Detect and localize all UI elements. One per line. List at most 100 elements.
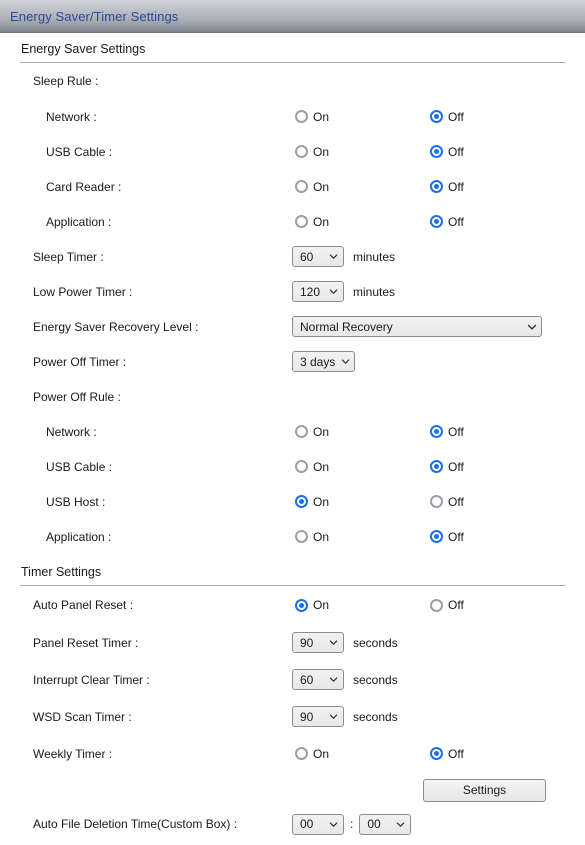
chevron-down-icon <box>329 638 338 647</box>
row-power-off-rule: Power Off Rule : <box>0 379 585 414</box>
select-sleep-timer[interactable]: 60 <box>292 246 344 267</box>
radio-icon-checked <box>430 180 443 193</box>
radio-icon-checked <box>295 495 308 508</box>
radio-label-off: Off <box>448 460 464 474</box>
radio-sleep-rule-network-off[interactable]: Off <box>430 110 464 124</box>
radio-icon-unchecked <box>295 145 308 158</box>
radio-label-on: On <box>313 460 329 474</box>
radio-label-on: On <box>313 145 329 159</box>
radio-sleep-rule-usb-cable-on[interactable]: On <box>295 145 329 159</box>
select-panel-reset-timer[interactable]: 90 <box>292 632 344 653</box>
row-power-off-timer: Power Off Timer : 3 days <box>0 344 585 379</box>
radio-sleep-rule-application-off[interactable]: Off <box>430 215 464 229</box>
unit-seconds: seconds <box>353 636 398 650</box>
row-power-off-rule-application: Application : On Off <box>0 519 585 554</box>
radio-label-on: On <box>313 425 329 439</box>
label-auto-panel-reset: Auto Panel Reset : <box>0 598 133 612</box>
radio-icon-unchecked <box>295 530 308 543</box>
chevron-down-icon <box>329 820 338 829</box>
label-wsd-scan-timer: WSD Scan Timer : <box>0 710 132 724</box>
radio-icon-checked <box>430 215 443 228</box>
radio-weekly-timer-off[interactable]: Off <box>430 747 464 761</box>
radio-label-on: On <box>313 180 329 194</box>
control-interrupt-clear-timer: 60 seconds <box>292 669 398 690</box>
label-power-off-rule-usb-host: USB Host : <box>0 495 105 509</box>
label-energy-saver-recovery-level: Energy Saver Recovery Level : <box>0 320 198 334</box>
label-panel-reset-timer: Panel Reset Timer : <box>0 636 138 650</box>
control-low-power-timer: 120 minutes <box>292 281 395 302</box>
radio-power-off-rule-usb-host-off[interactable]: Off <box>430 495 464 509</box>
label-sleep-timer: Sleep Timer : <box>0 250 104 264</box>
select-auto-file-deletion-minute[interactable]: 00 <box>359 814 411 835</box>
radio-sleep-rule-usb-cable-off[interactable]: Off <box>430 145 464 159</box>
radio-sleep-rule-card-reader-off[interactable]: Off <box>430 180 464 194</box>
chevron-down-icon <box>329 287 338 296</box>
radio-power-off-rule-usb-cable-off[interactable]: Off <box>430 460 464 474</box>
radio-icon-unchecked <box>430 495 443 508</box>
radio-power-off-rule-usb-cable-on[interactable]: On <box>295 460 329 474</box>
row-weekly-timer: Weekly Timer : On Off <box>0 735 585 772</box>
row-low-power-timer: Low Power Timer : 120 minutes <box>0 274 585 309</box>
label-power-off-rule-usb-cable: USB Cable : <box>0 460 112 474</box>
row-power-off-rule-network: Network : On Off <box>0 414 585 449</box>
section-energy-saver: Energy Saver Settings <box>0 33 585 63</box>
radio-power-off-rule-usb-host-on[interactable]: On <box>295 495 329 509</box>
unit-seconds: seconds <box>353 673 398 687</box>
radio-sleep-rule-card-reader-on[interactable]: On <box>295 180 329 194</box>
select-wsd-scan-timer[interactable]: 90 <box>292 706 344 727</box>
select-auto-file-deletion-hour[interactable]: 00 <box>292 814 344 835</box>
control-power-off-timer: 3 days <box>292 351 355 372</box>
label-power-off-rule: Power Off Rule : <box>0 390 121 404</box>
radio-label-off: Off <box>448 747 464 761</box>
select-interrupt-clear-timer[interactable]: 60 <box>292 669 344 690</box>
select-low-power-timer[interactable]: 120 <box>292 281 344 302</box>
label-auto-file-deletion: Auto File Deletion Time(Custom Box) : <box>0 817 237 831</box>
select-value: 90 <box>300 636 313 650</box>
page-title: Energy Saver/Timer Settings <box>10 9 178 24</box>
row-sleep-rule-application: Application : On Off <box>0 204 585 239</box>
control-energy-saver-recovery-level: Normal Recovery <box>292 316 542 337</box>
radio-auto-panel-reset-on[interactable]: On <box>295 598 329 612</box>
time-separator: : <box>350 817 353 831</box>
radio-icon-unchecked <box>295 215 308 228</box>
weekly-timer-settings-button[interactable]: Settings <box>423 779 546 802</box>
radio-icon-checked <box>430 110 443 123</box>
radio-label-off: Off <box>448 530 464 544</box>
select-value: Normal Recovery <box>300 320 393 334</box>
chevron-down-icon <box>396 820 405 829</box>
radio-auto-panel-reset-off[interactable]: Off <box>430 598 464 612</box>
control-panel-reset-timer: 90 seconds <box>292 632 398 653</box>
radio-power-off-rule-network-on[interactable]: On <box>295 425 329 439</box>
radio-icon-checked <box>430 460 443 473</box>
section-title-timer: Timer Settings <box>0 556 585 579</box>
radio-label-off: Off <box>448 425 464 439</box>
select-energy-saver-recovery-level[interactable]: Normal Recovery <box>292 316 542 337</box>
radio-label-off: Off <box>448 145 464 159</box>
radio-icon-checked <box>430 425 443 438</box>
label-weekly-timer: Weekly Timer : <box>0 747 112 761</box>
row-wsd-scan-timer: WSD Scan Timer : 90 seconds <box>0 698 585 735</box>
row-weekly-timer-settings: Settings <box>0 772 585 808</box>
row-sleep-rule-usb-cable: USB Cable : On Off <box>0 134 585 169</box>
select-power-off-timer[interactable]: 3 days <box>292 351 355 372</box>
radio-label-off: Off <box>448 215 464 229</box>
radio-sleep-rule-network-on[interactable]: On <box>295 110 329 124</box>
radio-weekly-timer-on[interactable]: On <box>295 747 329 761</box>
radio-label-on: On <box>313 110 329 124</box>
chevron-down-icon <box>329 712 338 721</box>
label-interrupt-clear-timer: Interrupt Clear Timer : <box>0 673 150 687</box>
radio-sleep-rule-application-on[interactable]: On <box>295 215 329 229</box>
radio-label-off: Off <box>448 495 464 509</box>
label-sleep-rule: Sleep Rule : <box>0 74 98 88</box>
row-power-off-rule-usb-cable: USB Cable : On Off <box>0 449 585 484</box>
radio-power-off-rule-application-off[interactable]: Off <box>430 530 464 544</box>
chevron-down-icon <box>329 252 338 261</box>
radio-power-off-rule-application-on[interactable]: On <box>295 530 329 544</box>
radio-icon-unchecked <box>430 599 443 612</box>
radio-icon-checked <box>430 530 443 543</box>
radio-icon-unchecked <box>295 425 308 438</box>
label-power-off-rule-application: Application : <box>0 530 111 544</box>
chevron-down-icon <box>341 357 350 366</box>
label-low-power-timer: Low Power Timer : <box>0 285 132 299</box>
radio-power-off-rule-network-off[interactable]: Off <box>430 425 464 439</box>
